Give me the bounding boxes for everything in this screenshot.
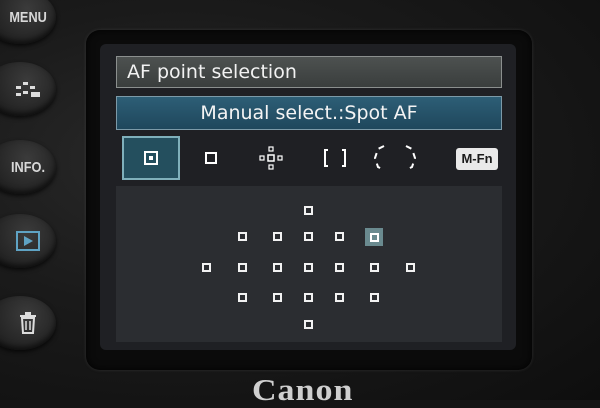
af-point[interactable] xyxy=(238,232,247,241)
large-zone-af-icon xyxy=(373,145,417,171)
af-point[interactable] xyxy=(370,293,379,302)
af-mode-large-zone[interactable] xyxy=(364,136,426,180)
af-point[interactable] xyxy=(370,263,379,272)
menu-button-label: MENU xyxy=(9,8,47,26)
af-point[interactable] xyxy=(304,232,313,241)
af-point[interactable] xyxy=(304,263,313,272)
af-mode-label: Manual select.:Spot AF xyxy=(116,96,502,130)
af-mode-single-point[interactable] xyxy=(182,136,240,180)
af-point[interactable] xyxy=(335,293,344,302)
trash-icon xyxy=(20,312,36,334)
af-point[interactable] xyxy=(406,263,415,272)
page-title: AF point selection xyxy=(116,56,502,88)
single-point-af-icon xyxy=(205,152,217,164)
zone-af-icon xyxy=(324,149,346,167)
af-point-selected-marker xyxy=(369,232,379,242)
af-mode-selector: M-Fn xyxy=(116,136,502,182)
af-point[interactable] xyxy=(202,263,211,272)
af-point[interactable] xyxy=(273,232,282,241)
af-point[interactable] xyxy=(304,293,313,302)
af-mode-expansion[interactable] xyxy=(242,136,300,180)
af-point[interactable] xyxy=(335,263,344,272)
af-point[interactable] xyxy=(238,293,247,302)
af-mode-spot[interactable] xyxy=(122,136,180,180)
af-point[interactable] xyxy=(238,263,247,272)
af-point-selected[interactable] xyxy=(365,228,383,246)
mfn-button[interactable]: M-Fn xyxy=(456,148,498,170)
camera-brand-logo: Canon xyxy=(252,373,354,408)
info-button-label: INFO. xyxy=(11,158,45,176)
af-point[interactable] xyxy=(273,263,282,272)
af-point[interactable] xyxy=(304,206,313,215)
lcd-screen: AF point selection Manual select.:Spot A… xyxy=(100,44,516,350)
af-point[interactable] xyxy=(273,293,282,302)
af-mode-zone[interactable] xyxy=(306,136,364,180)
af-point-grid xyxy=(116,186,502,342)
af-point[interactable] xyxy=(335,232,344,241)
expansion-af-icon xyxy=(259,146,283,170)
playback-icon xyxy=(16,231,40,251)
picture-style-icon xyxy=(16,82,40,97)
af-point[interactable] xyxy=(304,320,313,329)
spot-af-icon xyxy=(144,151,158,165)
